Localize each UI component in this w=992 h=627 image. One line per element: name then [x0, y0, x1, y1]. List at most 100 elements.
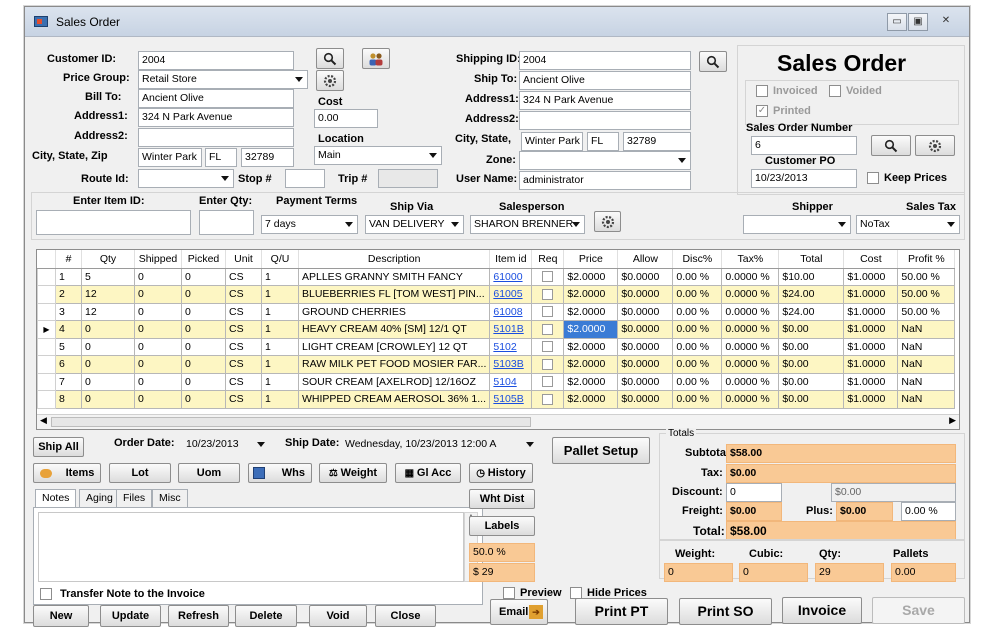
- table-cell[interactable]: 0: [181, 355, 226, 374]
- ship-city-field[interactable]: Winter Park: [521, 132, 583, 151]
- items-button[interactable]: Items: [33, 463, 101, 483]
- tab-aging[interactable]: Aging: [79, 489, 120, 507]
- table-cell[interactable]: 0.0000 %: [721, 355, 780, 374]
- table-cell[interactable]: 0: [81, 372, 135, 391]
- table-cell[interactable]: 50.00 %: [897, 285, 956, 304]
- table-cell[interactable]: HEAVY CREAM 40% [SM] 12/1 QT: [297, 320, 491, 339]
- column-header[interactable]: Description: [298, 250, 491, 269]
- price-group-settings-button[interactable]: [316, 70, 344, 91]
- trip-field[interactable]: [378, 169, 438, 188]
- customer-id-field[interactable]: 2004: [138, 51, 294, 70]
- table-cell[interactable]: NaN: [897, 390, 956, 409]
- scroll-right-icon[interactable]: ▶: [949, 415, 956, 426]
- email-button[interactable]: Email ➔: [490, 599, 548, 625]
- table-cell[interactable]: [531, 267, 565, 286]
- row-header[interactable]: ▶: [37, 320, 56, 339]
- table-cell[interactable]: $0.00: [778, 337, 845, 356]
- required-checkbox[interactable]: [542, 271, 554, 283]
- plus-percent-field[interactable]: 0.00 %: [901, 502, 956, 521]
- table-cell[interactable]: 6: [55, 355, 82, 374]
- table-cell[interactable]: $0.00: [778, 390, 845, 409]
- table-cell[interactable]: 0.00 %: [672, 320, 723, 339]
- table-cell[interactable]: 1: [261, 372, 299, 391]
- table-cell[interactable]: $2.0000: [563, 355, 619, 374]
- payment-terms-select[interactable]: 7 days: [261, 215, 358, 234]
- table-cell[interactable]: 0: [181, 302, 226, 321]
- table-cell[interactable]: [531, 372, 565, 391]
- close-button[interactable]: Close: [375, 605, 436, 627]
- labels-button[interactable]: Labels: [469, 516, 535, 536]
- bill-address1-field[interactable]: 324 N Park Avenue: [138, 108, 294, 127]
- row-header[interactable]: [37, 267, 56, 286]
- table-cell[interactable]: RAW MILK PET FOOD MOSIER FAR...: [297, 355, 491, 374]
- table-cell[interactable]: $1.0000: [843, 267, 899, 286]
- table-cell[interactable]: 1: [261, 267, 299, 286]
- table-cell[interactable]: 5102: [489, 337, 533, 356]
- table-cell[interactable]: 0.0000 %: [721, 320, 780, 339]
- salesperson-settings-button[interactable]: [594, 211, 621, 232]
- stop-field[interactable]: [285, 169, 325, 188]
- row-header[interactable]: [37, 372, 56, 391]
- table-cell[interactable]: 1: [55, 267, 82, 286]
- table-cell[interactable]: $1.0000: [843, 337, 899, 356]
- table-cell[interactable]: 5104: [489, 372, 533, 391]
- table-cell[interactable]: [531, 390, 565, 409]
- shipping-id-field[interactable]: 2004: [519, 51, 691, 70]
- new-button[interactable]: New: [33, 605, 89, 627]
- row-header[interactable]: [37, 302, 56, 321]
- table-cell[interactable]: 0: [181, 390, 226, 409]
- discount-field[interactable]: 0: [726, 483, 782, 502]
- table-row[interactable]: 5 0 0 0 CS 1 LIGHT CREAM [CROWLEY] 12 QT 5102 $2…: [37, 337, 956, 356]
- table-cell[interactable]: $0.0000: [617, 320, 674, 339]
- pallet-setup-button[interactable]: Pallet Setup: [552, 437, 650, 464]
- table-cell[interactable]: 0: [181, 285, 226, 304]
- table-row[interactable]: 6 0 0 0 CS 1 RAW MILK PET FOOD MOSIER FAR... 51…: [37, 355, 956, 374]
- table-cell[interactable]: 0.0000 %: [721, 302, 780, 321]
- table-cell[interactable]: 0: [134, 302, 182, 321]
- table-cell[interactable]: NaN: [897, 355, 956, 374]
- table-cell[interactable]: 0: [81, 390, 135, 409]
- required-checkbox[interactable]: [542, 323, 554, 335]
- table-cell[interactable]: 0: [81, 320, 135, 339]
- column-header[interactable]: Total: [778, 250, 845, 269]
- weight-button[interactable]: ⚖ Weight: [319, 463, 387, 483]
- table-cell[interactable]: NaN: [897, 372, 956, 391]
- table-cell[interactable]: 4: [55, 320, 82, 339]
- table-cell[interactable]: APLLES GRANNY SMITH FANCY: [297, 267, 491, 286]
- invoice-button[interactable]: Invoice: [782, 597, 862, 624]
- minimize-button[interactable]: ▭: [887, 13, 907, 31]
- table-cell[interactable]: 5: [81, 267, 135, 286]
- table-cell[interactable]: 0: [181, 320, 226, 339]
- tab-misc[interactable]: Misc: [152, 489, 188, 507]
- void-button[interactable]: Void: [309, 605, 367, 627]
- shipper-select[interactable]: [743, 215, 851, 234]
- table-cell[interactable]: $0.0000: [617, 337, 674, 356]
- sales-tax-select[interactable]: NoTax: [856, 215, 960, 234]
- table-cell[interactable]: CS: [225, 337, 262, 356]
- column-header[interactable]: Shipped: [134, 250, 182, 269]
- table-cell[interactable]: 0: [134, 337, 182, 356]
- freight-field[interactable]: $0.00: [726, 502, 782, 521]
- ship-state-field[interactable]: FL: [587, 132, 619, 151]
- table-cell[interactable]: CS: [225, 355, 262, 374]
- customer-search-button[interactable]: [316, 48, 344, 69]
- column-header[interactable]: Unit: [225, 250, 262, 269]
- table-cell[interactable]: 0.0000 %: [721, 267, 780, 286]
- column-header[interactable]: Profit %: [897, 250, 956, 269]
- close-window-button[interactable]: ✕: [931, 13, 961, 31]
- column-header[interactable]: Req: [531, 250, 565, 269]
- table-row[interactable]: ▶ 4 0 0 0 CS 1 HEAVY CREAM 40% [SM] 12/1 QT 5101…: [37, 320, 956, 339]
- table-cell[interactable]: CS: [225, 372, 262, 391]
- column-header[interactable]: Allow: [617, 250, 674, 269]
- table-cell[interactable]: 61005: [489, 285, 533, 304]
- table-cell[interactable]: 1: [261, 355, 299, 374]
- table-cell[interactable]: 0: [81, 355, 135, 374]
- table-cell[interactable]: 1: [261, 337, 299, 356]
- table-cell[interactable]: 0: [134, 285, 182, 304]
- table-cell[interactable]: 61008: [489, 302, 533, 321]
- table-cell[interactable]: $1.0000: [843, 355, 899, 374]
- maximize-button[interactable]: ▣: [908, 13, 928, 31]
- table-cell[interactable]: 0.00 %: [672, 355, 723, 374]
- table-cell[interactable]: 0.00 %: [672, 285, 723, 304]
- table-cell[interactable]: $2.0000: [563, 372, 619, 391]
